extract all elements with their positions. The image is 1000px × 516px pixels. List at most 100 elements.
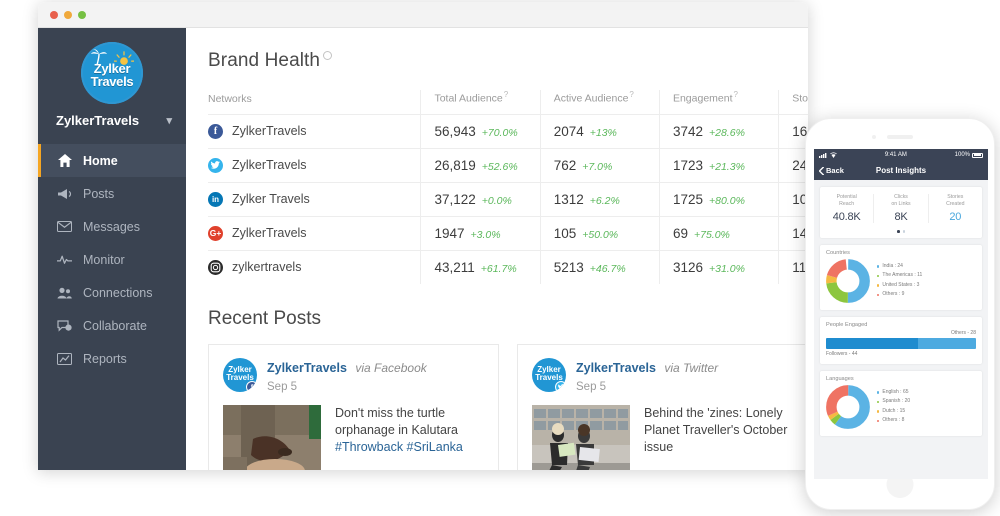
languages-card: Languages English : 65 Spanish : 20 Dutc… (820, 371, 982, 436)
legend-swatch (877, 391, 879, 393)
network-name: ZylkerTravels (232, 124, 307, 138)
delta-badge: +6.2% (590, 195, 620, 207)
sidebar-item-label: Posts (83, 187, 114, 201)
people-engaged-title: People Engaged (820, 317, 982, 328)
cell-engagement: 1725+80.0% (659, 182, 778, 216)
column-header-stories-created: Stories Created? (779, 90, 808, 114)
sidebar-item-label: Collaborate (83, 319, 147, 333)
turtle-orphanage-photo (223, 405, 321, 471)
metric-label-line1: Stories (929, 194, 982, 201)
sidebar-item-posts[interactable]: Posts (38, 177, 186, 210)
legend-label: Dutch : 15 (882, 407, 905, 417)
google-plus-icon: G+ (208, 226, 223, 241)
sidebar-item-label: Messages (83, 220, 140, 234)
legend-item: Others : 9 (877, 290, 922, 300)
legend-item: Dutch : 15 (877, 407, 910, 417)
delta-badge: +7.0% (582, 161, 612, 173)
table-row[interactable]: ZylkerTravels 26,819+52.6% 762+7.0% 1723… (208, 148, 808, 182)
cell-total-audience: 43,211+61.7% (421, 250, 540, 284)
table-row[interactable]: zylkertravels 43,211+61.7% 5213+46.7% 31… (208, 250, 808, 284)
sidebar-item-label: Connections (83, 286, 153, 300)
column-header-total-audience: Total Audience? (421, 90, 540, 114)
table-header-row: Networks Total Audience? Active Audience… (208, 90, 808, 114)
phone-navbar: Back Post Insights (814, 161, 988, 180)
cell-engagement: 3742+28.6% (659, 114, 778, 148)
phone-speaker (887, 135, 913, 139)
countries-legend: India : 24 The Americas : 11 United Stat… (877, 262, 922, 300)
legend-swatch (877, 410, 879, 412)
sidebar-item-reports[interactable]: Reports (38, 342, 186, 375)
window-controls[interactable] (50, 11, 86, 19)
post-card[interactable]: Zylker Travels f ZylkerTravels via Faceb… (208, 344, 499, 471)
legend-item: Others : 8 (877, 416, 910, 426)
maximize-icon[interactable] (78, 11, 86, 19)
legend-item: United States : 3 (877, 281, 922, 291)
post-hashtags[interactable]: #Throwback #SriLanka (335, 440, 463, 454)
pager-dot[interactable] (903, 230, 906, 233)
cell-stories-created: 11007.8% (779, 250, 808, 284)
legend-label: Spanish : 20 (882, 397, 910, 407)
brand-name: ZylkerTravels (56, 113, 139, 128)
twitter-icon (208, 158, 223, 173)
sidebar: Zylker Travels ZylkerTravels ▾ (38, 28, 186, 470)
screenshot-root: Zylker Travels ZylkerTravels ▾ (0, 0, 1000, 516)
countries-donut-chart (826, 259, 870, 303)
cell-active-audience: 5213+46.7% (540, 250, 659, 284)
sidebar-nav: Home Posts Messages (38, 144, 186, 375)
delta-badge: +75.0% (694, 229, 730, 241)
help-marker[interactable]: ? (734, 90, 738, 99)
legend-item: The Americas : 11 (877, 271, 922, 281)
legend-item: Spanish : 20 (877, 397, 910, 407)
signal-icon (819, 152, 828, 158)
cell-stories-created: 1665+5.3% (779, 114, 808, 148)
bar-segment-followers (826, 338, 918, 349)
network-name: Zylker Travels (232, 192, 310, 206)
table-row[interactable]: in Zylker Travels 37,122+0.0% 1312+6.2% … (208, 182, 808, 216)
delta-badge: +50.0% (582, 229, 618, 241)
column-header-engagement: Engagement? (659, 90, 778, 114)
sidebar-item-connections[interactable]: Connections (38, 276, 186, 309)
cell-network: G+ ZylkerTravels (208, 216, 421, 250)
cell-active-audience: 105+50.0% (540, 216, 659, 250)
pager-dot-active[interactable] (897, 230, 900, 233)
delta-badge: +31.0% (709, 263, 745, 275)
logo-line2: Travels (81, 76, 143, 89)
help-marker[interactable]: ? (629, 90, 633, 99)
help-marker[interactable]: ? (504, 90, 508, 99)
post-thumbnail[interactable] (223, 405, 321, 471)
post-text: Don't miss the turtle orphanage in Kalut… (335, 405, 484, 471)
window-titlebar (38, 2, 808, 28)
sidebar-item-messages[interactable]: Messages (38, 210, 186, 243)
cell-network: f ZylkerTravels (208, 114, 421, 148)
sidebar-item-home[interactable]: Home (38, 144, 186, 177)
post-author[interactable]: ZylkerTravels (576, 361, 656, 375)
pulse-icon (57, 254, 72, 265)
minimize-icon[interactable] (64, 11, 72, 19)
table-row[interactable]: G+ ZylkerTravels 1947+3.0% 105+50.0% 69+… (208, 216, 808, 250)
post-thumbnail[interactable] (532, 405, 630, 471)
network-name: ZylkerTravels (232, 158, 307, 172)
delta-badge: +28.6% (709, 127, 745, 139)
stacked-bar (826, 338, 976, 349)
table-row[interactable]: f ZylkerTravels 56,943+70.0% 2074+13% 37… (208, 114, 808, 148)
people-engaged-chart: Others - 28 Followers - 44 (820, 328, 982, 364)
close-icon[interactable] (50, 11, 58, 19)
recent-posts-list: Zylker Travels f ZylkerTravels via Faceb… (208, 344, 808, 471)
post-author[interactable]: ZylkerTravels (267, 361, 347, 375)
countries-card: Countries India : 24 The Americas : 11 U… (820, 245, 982, 310)
chevron-down-icon[interactable]: ▾ (166, 114, 172, 127)
carousel-pager[interactable] (820, 226, 982, 238)
recent-posts-title: Recent Posts (208, 308, 808, 330)
sidebar-item-collaborate[interactable]: Collaborate (38, 309, 186, 342)
cell-engagement: 69+75.0% (659, 216, 778, 250)
cell-network: ZylkerTravels (208, 148, 421, 182)
sidebar-item-monitor[interactable]: Monitor (38, 243, 186, 276)
phone-status-bar: 9:41 AM 100% (814, 149, 988, 161)
page-title: Brand Health (208, 50, 332, 72)
brand-switcher[interactable]: ZylkerTravels ▾ (38, 113, 186, 128)
cell-total-audience: 37,122+0.0% (421, 182, 540, 216)
delta-badge: +0.0% (482, 195, 512, 207)
metric-label-line1: Clicks (874, 194, 927, 201)
post-card[interactable]: Zylker Travels ZylkerTravels via Twitter (517, 344, 808, 471)
help-icon[interactable] (323, 51, 332, 60)
